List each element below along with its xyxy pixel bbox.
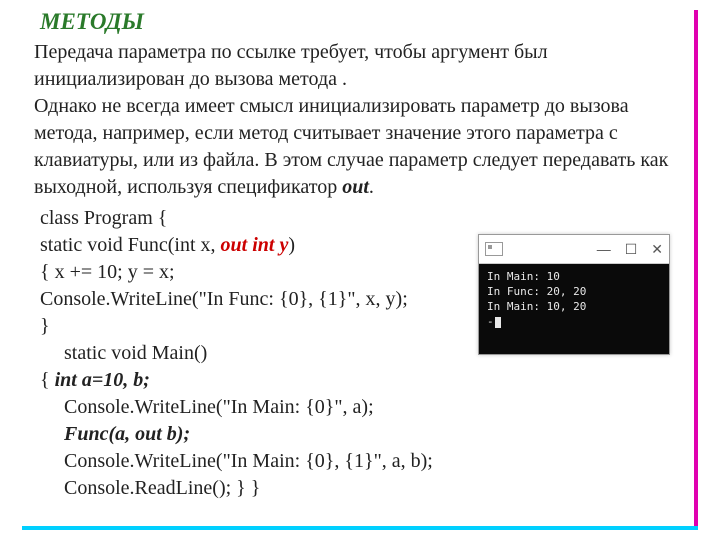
code-line-2c: ) — [288, 234, 295, 256]
slide-title: МЕТОДЫ — [40, 6, 684, 37]
code-line-11: Console.ReadLine(); } } — [34, 475, 684, 502]
code-line-2a: static void Func(int x, — [40, 234, 221, 256]
close-button[interactable]: ✕ — [651, 240, 663, 259]
code-line-2b: out int y — [221, 234, 289, 256]
paragraph-1: Передача параметра по ссылке требует, чт… — [34, 39, 684, 93]
code-line-10: Console.WriteLine("In Main: {0}, {1}", a… — [34, 448, 684, 475]
paragraph-2-em: out — [342, 176, 369, 198]
paragraph-2-text-b: . — [369, 176, 374, 198]
code-line-7a: { — [40, 369, 55, 391]
code-line-8: Console.WriteLine("In Main: {0}", a); — [34, 394, 684, 421]
console-app-icon — [485, 242, 503, 256]
console-window: — ☐ ✕ In Main: 10 In Func: 20, 20 In Mai… — [478, 234, 670, 355]
minimize-button[interactable]: — — [597, 240, 611, 259]
console-titlebar: — ☐ ✕ — [479, 235, 669, 264]
frame-border-bottom — [22, 526, 698, 530]
console-line-1: In Main: 10 — [487, 270, 560, 283]
maximize-button[interactable]: ☐ — [625, 240, 638, 259]
paragraph-2: Однако не всегда имеет смысл инициализир… — [34, 93, 684, 201]
console-cursor — [495, 317, 501, 328]
window-controls: — ☐ ✕ — [597, 240, 663, 259]
console-prompt: - — [487, 315, 494, 328]
code-line-7: { int a=10, b; — [34, 367, 684, 394]
code-line-1: class Program { — [34, 205, 684, 232]
code-line-7b: int a=10, b; — [55, 369, 150, 391]
console-body: In Main: 10 In Func: 20, 20 In Main: 10,… — [479, 264, 669, 354]
console-line-2: In Func: 20, 20 — [487, 285, 586, 298]
frame-border-right — [694, 10, 698, 530]
console-line-3: In Main: 10, 20 — [487, 300, 586, 313]
code-line-9: Func(a, out b); — [34, 421, 684, 448]
